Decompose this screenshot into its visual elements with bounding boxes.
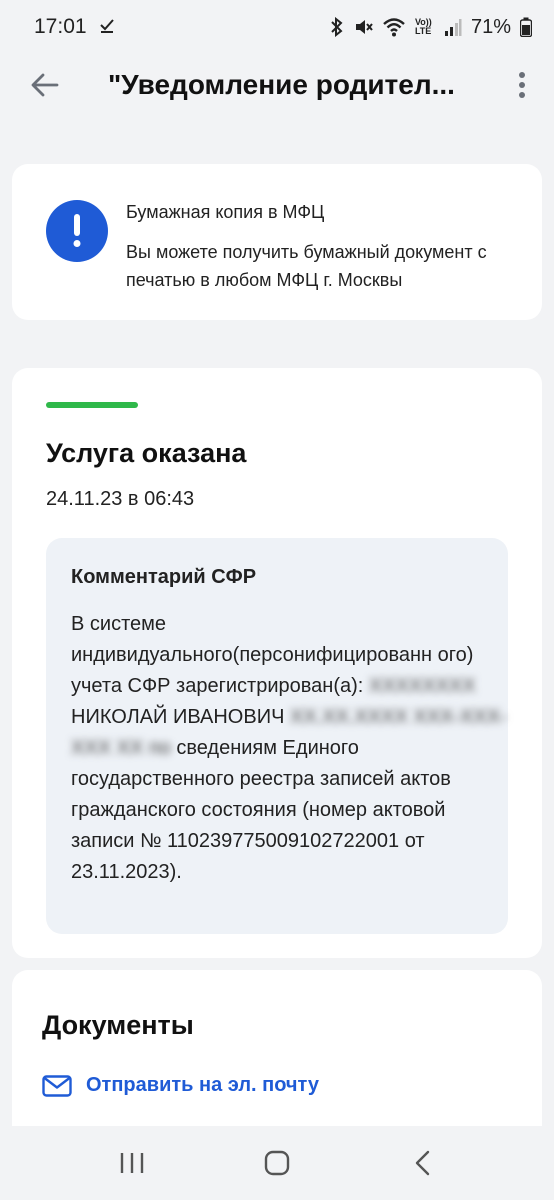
notice-text: Вы можете получить бумажный документ с п… — [126, 242, 487, 290]
more-options-button[interactable] — [490, 54, 554, 116]
send-email-label: Отправить на эл. почту — [86, 1074, 319, 1096]
volte-label: Vo)) LTE — [414, 17, 432, 36]
send-email-link[interactable]: Отправить на эл. почту — [42, 1074, 319, 1097]
status-time: 17:01 — [34, 15, 87, 38]
blurred-surname: ХХХХХХХХ — [368, 675, 476, 697]
system-nav-bar — [0, 1126, 554, 1200]
wifi-icon — [382, 17, 406, 37]
home-icon — [264, 1150, 290, 1176]
back-button[interactable] — [0, 54, 90, 116]
more-vertical-icon — [519, 72, 525, 98]
service-status-card: Услуга оказана 24.11.23 в 06:43 Коммента… — [12, 368, 542, 958]
exclamation-icon — [46, 200, 108, 262]
mail-icon — [42, 1074, 72, 1097]
download-check-icon — [99, 15, 115, 39]
status-title: Услуга оказана — [46, 438, 247, 468]
mute-icon — [353, 17, 373, 37]
nav-back-button[interactable] — [382, 1133, 462, 1193]
signal-icon — [444, 17, 462, 37]
paper-copy-notice-card: Бумажная копия в МФЦ Вы можете получить … — [12, 164, 542, 320]
page-title: "Уведомление родител... — [108, 69, 455, 100]
recents-icon — [121, 1153, 144, 1173]
status-date: 24.11.23 в 06:43 — [46, 488, 195, 510]
nav-back-icon — [415, 1150, 429, 1176]
home-button[interactable] — [237, 1133, 317, 1193]
bluetooth-icon — [330, 17, 344, 37]
comment-title: Комментарий СФР — [71, 566, 257, 588]
arrow-left-icon — [31, 73, 59, 97]
app-bar: "Уведомление родител... — [0, 54, 554, 116]
status-indicator — [46, 402, 138, 408]
documents-title: Документы — [42, 1010, 194, 1040]
comment-text: В системе индивидуального(персонифициров… — [71, 609, 511, 888]
notice-title: Бумажная копия в МФЦ — [126, 202, 325, 222]
battery-icon — [520, 17, 532, 37]
comment-box: Комментарий СФР В системе индивидуальног… — [46, 538, 508, 934]
status-bar: 17:01 Vo)) LTE 71% — [0, 0, 554, 54]
recents-button[interactable] — [92, 1133, 172, 1193]
comment-name: НИКОЛАЙ ИВАНОВИЧ — [71, 706, 285, 728]
screen: 17:01 Vo)) LTE 71% "Уведомление родител.… — [0, 0, 554, 1200]
battery-percent: 71% — [470, 15, 511, 38]
